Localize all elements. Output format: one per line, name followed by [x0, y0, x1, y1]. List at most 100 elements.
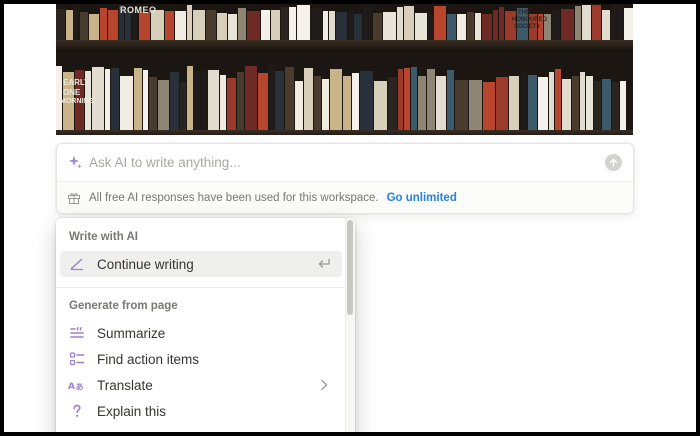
book-spine [271, 10, 280, 40]
book-spine [562, 79, 571, 130]
book-spine [360, 71, 373, 130]
book-spine [175, 11, 186, 40]
book-spine [111, 68, 119, 130]
book-spine [304, 68, 313, 130]
book-spine [120, 76, 133, 130]
book-spine [348, 11, 353, 40]
book-spine [455, 80, 468, 130]
menu-item-label: Summarize [97, 325, 166, 341]
book-spine [208, 70, 219, 130]
spine-text-the: THE [518, 10, 530, 16]
book-spine [66, 10, 73, 40]
book-spine [552, 11, 560, 40]
book-spine [457, 14, 466, 40]
book-spine [323, 11, 328, 40]
menu-item-translate[interactable]: A あ Translate [60, 372, 342, 398]
spine-text-early: EARLY [63, 78, 90, 87]
book-spine [139, 12, 150, 40]
book-spine [322, 79, 329, 130]
book-spine [415, 13, 427, 40]
book-spine [143, 70, 148, 130]
book-spine [74, 6, 79, 40]
book-spine [509, 76, 519, 130]
book-spine [158, 80, 169, 130]
ai-limit-text: All free AI responses have been used for… [89, 191, 379, 204]
book-spine [555, 69, 561, 130]
go-unlimited-link[interactable]: Go unlimited [387, 192, 457, 204]
book-spine [193, 10, 205, 40]
book-spine [227, 78, 236, 130]
ai-prompt-input[interactable] [89, 152, 589, 172]
book-spine [383, 12, 396, 40]
ai-actions-menu: Write with AI Continue writing Generate … [56, 218, 355, 432]
book-spine [228, 14, 237, 40]
book-spine [354, 14, 362, 40]
book-spine [352, 73, 359, 130]
book-spine [314, 76, 321, 130]
book-spine [496, 77, 508, 130]
book-spine [295, 81, 303, 130]
spine-text-society: SOCIETY [514, 24, 541, 30]
menu-item-find-action-items[interactable]: Find action items [60, 346, 342, 372]
book-spine [398, 69, 403, 130]
chevron-right-icon [316, 377, 332, 393]
book-spine [404, 6, 414, 40]
spine-text-one: ONE [63, 88, 81, 97]
book-spine [388, 77, 397, 130]
book-spine [373, 13, 382, 40]
ai-limit-notice: All free AI responses have been used for… [57, 181, 633, 213]
book-spine [56, 9, 65, 40]
book-spine [343, 76, 351, 130]
arrow-up-icon [609, 158, 618, 167]
book-spine [336, 12, 347, 40]
book-spine [427, 69, 435, 130]
book-spine [258, 73, 268, 130]
gift-icon [68, 192, 80, 204]
menu-item-summarize[interactable]: Summarize [60, 320, 342, 346]
menu-item-explain-this[interactable]: Explain this [60, 398, 342, 424]
menu-item-label: Find action items [97, 351, 200, 367]
book-spine [475, 13, 481, 40]
book-spine [187, 66, 193, 130]
book-spine [602, 10, 610, 40]
book-spine [108, 10, 118, 40]
book-spine [447, 14, 456, 40]
book-spine [217, 13, 227, 40]
book-spine [602, 79, 611, 130]
book-spine [418, 76, 426, 130]
menu-item-continue-writing[interactable]: Continue writing [60, 251, 342, 277]
book-spine [247, 11, 260, 40]
book-spine [285, 67, 294, 130]
spine-text-morning: MORNING [60, 98, 94, 105]
ai-prompt-card: All free AI responses have been used for… [56, 143, 634, 214]
book-spine [281, 7, 288, 40]
send-button[interactable] [605, 154, 622, 171]
question-icon [68, 402, 86, 420]
book-spine [363, 6, 372, 40]
menu-item-label: Explain this [97, 403, 167, 419]
menu-scrollbar-thumb[interactable] [347, 220, 353, 315]
book-spine [538, 77, 548, 130]
book-spine [493, 10, 498, 40]
book-spine [89, 14, 99, 40]
book-spine [467, 12, 474, 40]
book-spine [289, 7, 296, 40]
book-spine [549, 72, 554, 130]
book-spine [586, 76, 593, 130]
book-spine [297, 5, 310, 40]
menu-item-label: Translate [97, 377, 153, 393]
book-spine [561, 9, 574, 40]
book-spine [269, 65, 274, 130]
book-spine [187, 5, 192, 40]
book-spine [436, 76, 446, 130]
menu-section-generate-from-page: Generate from page [69, 300, 178, 312]
cover-image[interactable]: ROMEO EARLY ONE MORNING THE HONOURED SOC… [56, 4, 633, 135]
book-spine [330, 69, 342, 130]
ai-input-row [57, 144, 633, 181]
book-spine [80, 12, 88, 40]
book-spine [194, 71, 207, 130]
menu-item-label: Continue writing [97, 256, 194, 272]
page-frame: ROMEO EARLY ONE MORNING THE HONOURED SOC… [4, 4, 696, 432]
book-spine [469, 80, 482, 130]
book-spine [434, 6, 446, 40]
